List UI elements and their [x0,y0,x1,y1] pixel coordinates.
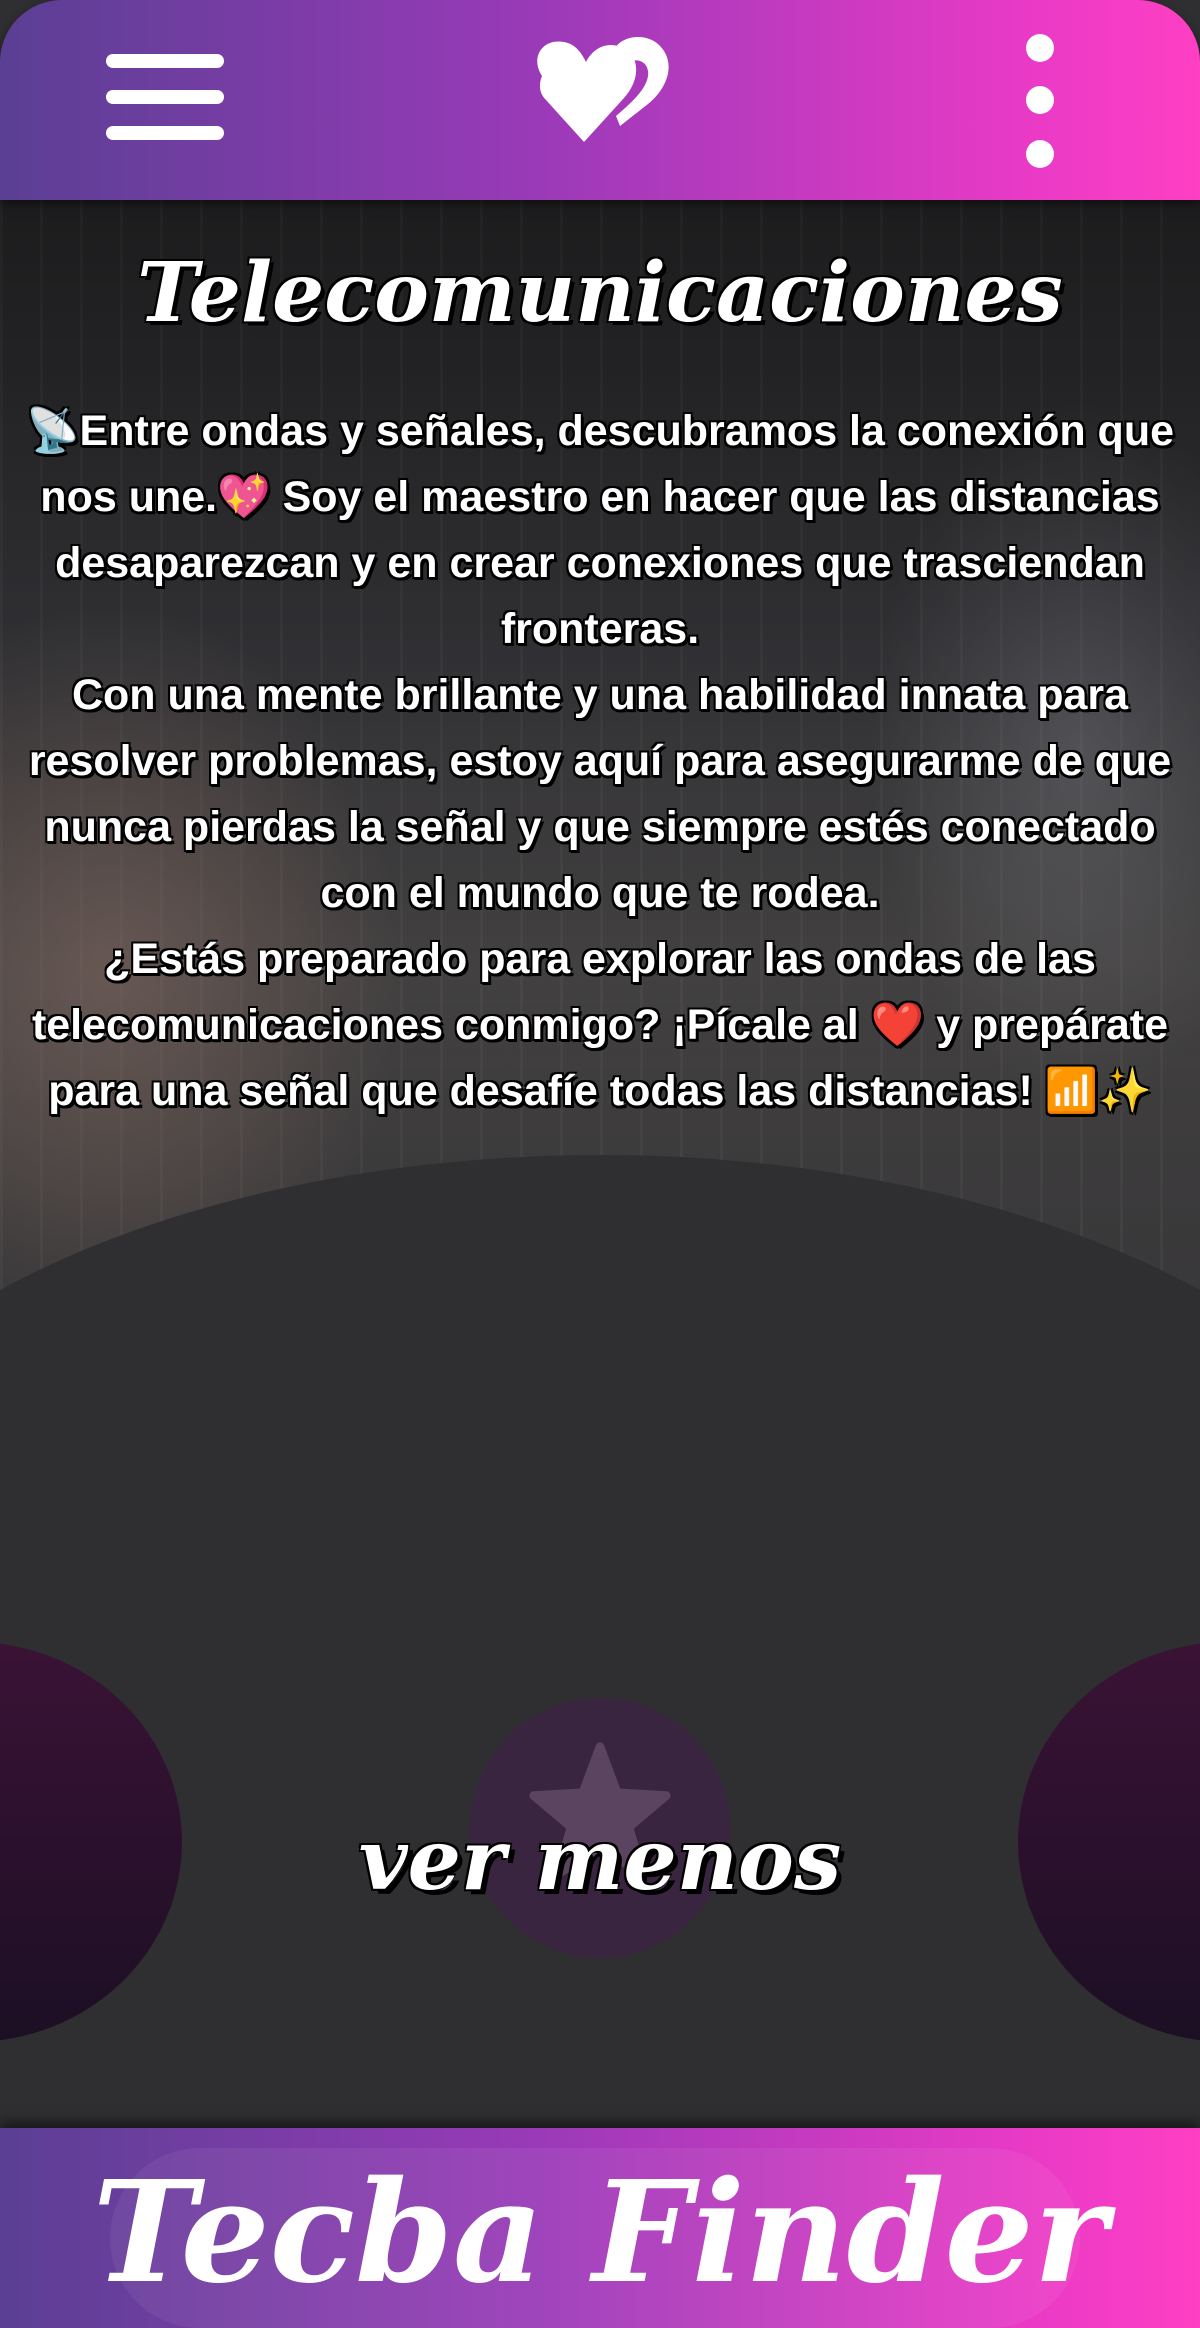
dot [1026,140,1054,168]
menu-line [106,54,224,68]
profile-title: Telecomunicaciones [137,245,1063,341]
show-less-link[interactable]: ver menos [0,1810,1200,1909]
vertical-dots-icon[interactable] [1018,28,1062,178]
top-bar [0,0,1200,200]
menu-line [106,126,224,140]
profile-description: 📡Entre ondas y señales, descubramos la c… [25,407,1175,1115]
brand-name: Tecba Finder [92,2151,1108,2315]
app-screen: Telecomunicaciones 📡Entre ondas y señale… [0,0,1200,2328]
dot [1026,34,1054,62]
menu-line [106,90,224,104]
dot [1026,86,1054,114]
double-heart-logo-icon[interactable] [520,28,680,148]
hamburger-menu-icon[interactable] [100,50,230,150]
brand-footer: Tecba Finder [0,2128,1200,2328]
